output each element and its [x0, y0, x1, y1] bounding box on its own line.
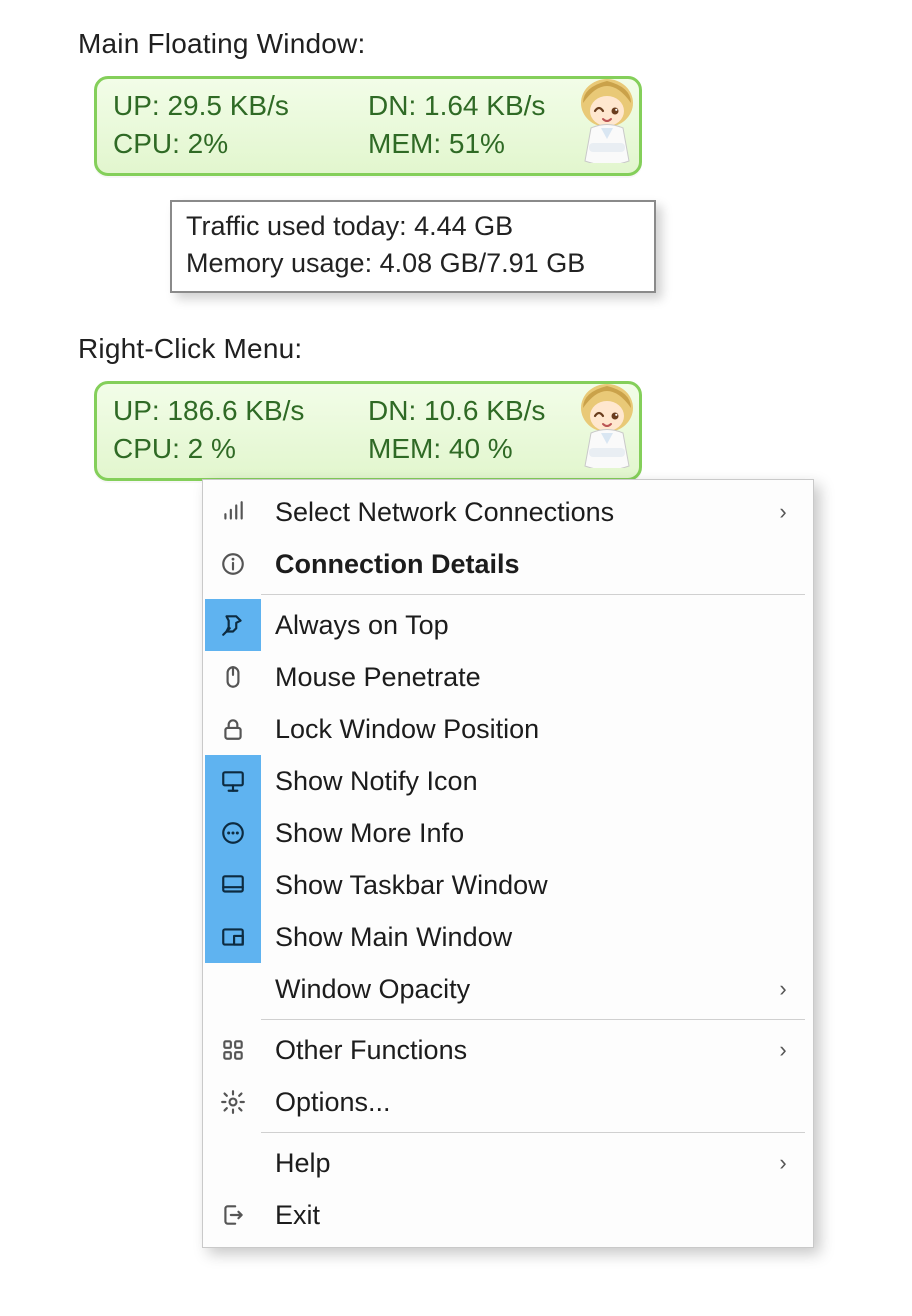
- menu-item-label: Select Network Connections: [261, 497, 769, 528]
- menu-item-label: Show Main Window: [261, 922, 769, 953]
- lock-icon: [205, 703, 261, 755]
- floating-widget-1[interactable]: UP: 29.5 KB/s DN: 1.64 KB/s CPU: 2% MEM:…: [94, 76, 642, 176]
- info-tooltip: Traffic used today: 4.44 GB Memory usage…: [170, 200, 656, 294]
- menu-separator: [261, 1132, 805, 1133]
- info-icon: [205, 538, 261, 590]
- chevron-right-icon: ›: [769, 1150, 797, 1176]
- menu-item-label: Mouse Penetrate: [261, 662, 769, 693]
- chevron-right-icon: ›: [769, 976, 797, 1002]
- menu-item-show-taskbar-window[interactable]: Show Taskbar Window: [205, 859, 811, 911]
- menu-item-label: Other Functions: [261, 1035, 769, 1066]
- widget2-dn: DN: 10.6 KB/s: [368, 392, 623, 430]
- menu-item-label: Window Opacity: [261, 974, 769, 1005]
- widget1-mem: MEM: 51%: [368, 125, 623, 163]
- more-info-icon: [205, 807, 261, 859]
- menu-item-label: Always on Top: [261, 610, 769, 641]
- signal-icon: [205, 486, 261, 538]
- menu-item-label: Show Taskbar Window: [261, 870, 769, 901]
- menu-item-lock-window-position[interactable]: Lock Window Position: [205, 703, 811, 755]
- section-title-menu: Right-Click Menu:: [78, 333, 834, 365]
- widget2-cpu: CPU: 2 %: [113, 430, 368, 468]
- menu-item-select-network-connections[interactable]: Select Network Connections›: [205, 486, 811, 538]
- pin-icon: [205, 599, 261, 651]
- widget1-cpu: CPU: 2%: [113, 125, 368, 163]
- monitor-stand-icon: [205, 755, 261, 807]
- mouse-icon: [205, 651, 261, 703]
- chevron-right-icon: ›: [769, 1037, 797, 1063]
- window-icon: [205, 911, 261, 963]
- widget2-mem: MEM: 40 %: [368, 430, 623, 468]
- chevron-right-icon: ›: [769, 499, 797, 525]
- menu-separator: [261, 1019, 805, 1020]
- menu-separator: [261, 594, 805, 595]
- menu-item-label: Connection Details: [261, 549, 769, 580]
- blank-icon: [205, 1137, 261, 1189]
- menu-item-other-functions[interactable]: Other Functions›: [205, 1024, 811, 1076]
- menu-item-options[interactable]: Options...: [205, 1076, 811, 1128]
- menu-item-help[interactable]: Help›: [205, 1137, 811, 1189]
- grid-icon: [205, 1024, 261, 1076]
- menu-item-window-opacity[interactable]: Window Opacity›: [205, 963, 811, 1015]
- widget1-up: UP: 29.5 KB/s: [113, 87, 368, 125]
- menu-item-exit[interactable]: Exit: [205, 1189, 811, 1241]
- floating-widget-2[interactable]: UP: 186.6 KB/s DN: 10.6 KB/s CPU: 2 % ME…: [94, 381, 642, 481]
- tooltip-line-memory: Memory usage: 4.08 GB/7.91 GB: [186, 245, 640, 283]
- menu-item-show-notify-icon[interactable]: Show Notify Icon: [205, 755, 811, 807]
- menu-item-show-more-info[interactable]: Show More Info: [205, 807, 811, 859]
- tooltip-line-traffic: Traffic used today: 4.44 GB: [186, 208, 640, 246]
- menu-item-label: Lock Window Position: [261, 714, 769, 745]
- menu-item-mouse-penetrate[interactable]: Mouse Penetrate: [205, 651, 811, 703]
- menu-item-label: Options...: [261, 1087, 769, 1118]
- section-title-main: Main Floating Window:: [78, 28, 834, 60]
- menu-item-label: Exit: [261, 1200, 769, 1231]
- menu-item-label: Show More Info: [261, 818, 769, 849]
- exit-icon: [205, 1189, 261, 1241]
- taskbar-icon: [205, 859, 261, 911]
- blank-icon: [205, 963, 261, 1015]
- widget1-dn: DN: 1.64 KB/s: [368, 87, 623, 125]
- menu-item-show-main-window[interactable]: Show Main Window: [205, 911, 811, 963]
- menu-item-always-on-top[interactable]: Always on Top: [205, 599, 811, 651]
- menu-item-connection-details[interactable]: Connection Details: [205, 538, 811, 590]
- menu-item-label: Help: [261, 1148, 769, 1179]
- widget2-up: UP: 186.6 KB/s: [113, 392, 368, 430]
- context-menu[interactable]: Select Network Connections›Connection De…: [202, 479, 814, 1248]
- gear-icon: [205, 1076, 261, 1128]
- menu-item-label: Show Notify Icon: [261, 766, 769, 797]
